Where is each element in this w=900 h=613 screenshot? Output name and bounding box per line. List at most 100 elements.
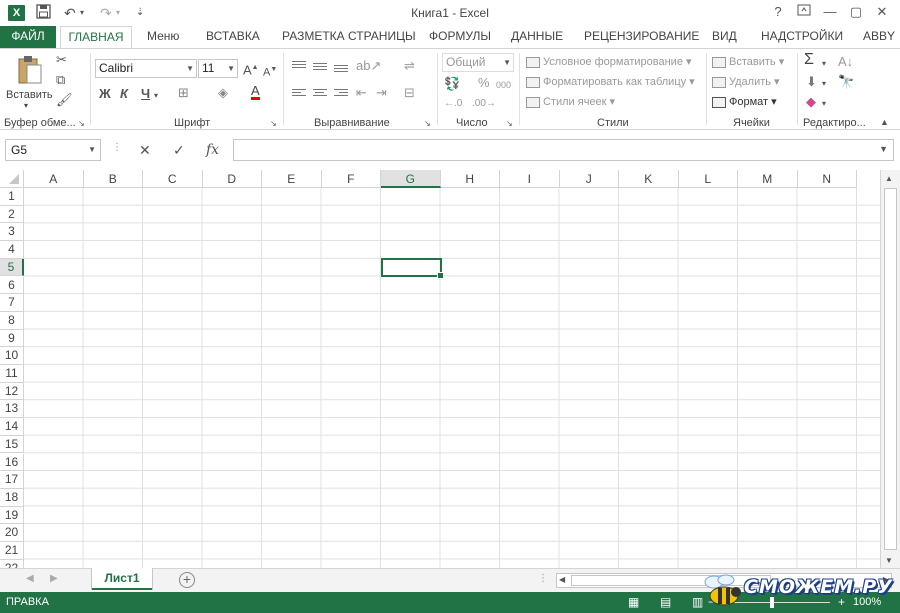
increase-indent-icon[interactable]: ⇥ bbox=[376, 86, 387, 100]
page-layout-view-icon[interactable]: ▤ bbox=[660, 592, 671, 613]
row-header-2[interactable]: 2 bbox=[0, 205, 24, 224]
tab-menu[interactable]: Меню bbox=[147, 26, 179, 48]
scroll-up-icon[interactable]: ▲ bbox=[885, 174, 893, 183]
add-sheet-button[interactable]: + bbox=[179, 572, 195, 588]
accounting-format-icon[interactable]: 💱 bbox=[444, 77, 460, 91]
underline-button[interactable]: Ч bbox=[141, 87, 150, 101]
number-launcher-icon[interactable]: ↘ bbox=[506, 117, 513, 131]
row-header-1[interactable]: 1 bbox=[0, 188, 24, 206]
align-bottom-icon[interactable] bbox=[334, 65, 348, 75]
orientation-icon[interactable]: ab↗ bbox=[356, 59, 381, 73]
column-header-c[interactable]: C bbox=[143, 170, 203, 188]
align-left-icon[interactable] bbox=[292, 89, 306, 99]
format-painter-icon[interactable]: 🖌 bbox=[56, 93, 73, 107]
zoom-slider-knob[interactable] bbox=[770, 597, 774, 608]
page-break-view-icon[interactable]: ▥ bbox=[692, 592, 703, 613]
customize-qat-icon[interactable]: ⇣ bbox=[136, 4, 144, 22]
increase-font-icon[interactable]: A▲ bbox=[243, 61, 259, 77]
normal-view-icon[interactable]: ▦ bbox=[628, 592, 639, 613]
row-header-7[interactable]: 7 bbox=[0, 294, 24, 312]
font-size-select[interactable]: 11 ▼ bbox=[198, 59, 238, 78]
tab-file[interactable]: ФАЙЛ bbox=[0, 26, 56, 48]
tab-data[interactable]: ДАННЫЕ bbox=[511, 26, 563, 48]
collapse-ribbon-icon[interactable]: ▲ bbox=[880, 115, 889, 129]
cut-icon[interactable]: ✂ bbox=[56, 53, 67, 67]
enter-button[interactable]: ✓ bbox=[173, 142, 185, 159]
find-select-icon[interactable]: 🔭 bbox=[838, 75, 854, 89]
bold-button[interactable]: Ж bbox=[99, 87, 111, 101]
column-header-d[interactable]: D bbox=[202, 170, 262, 188]
row-header-18[interactable]: 18 bbox=[0, 488, 24, 507]
close-button[interactable]: ✕ bbox=[871, 3, 893, 21]
row-header-11[interactable]: 11 bbox=[0, 365, 24, 383]
undo-icon[interactable]: ↶ bbox=[64, 4, 76, 22]
row-header-5[interactable]: 5 bbox=[0, 258, 24, 277]
row-header-6[interactable]: 6 bbox=[0, 276, 24, 295]
zoom-level[interactable]: 100% bbox=[853, 592, 881, 613]
next-sheet-icon[interactable]: ▶ bbox=[50, 573, 58, 584]
help-button[interactable]: ? bbox=[767, 3, 789, 21]
merge-center-icon[interactable]: ⊟ bbox=[404, 86, 415, 100]
decrease-decimal-icon[interactable]: .00→ bbox=[472, 97, 496, 111]
column-header-i[interactable]: I bbox=[500, 170, 560, 188]
expand-formula-bar-icon[interactable]: ▼ bbox=[879, 144, 888, 154]
increase-decimal-icon[interactable]: ←.0 bbox=[444, 97, 462, 111]
format-as-table-button[interactable]: Форматировать как таблицу ▾ bbox=[526, 75, 695, 88]
paste-button[interactable]: Вставить ▾ bbox=[4, 53, 53, 110]
row-header-10[interactable]: 10 bbox=[0, 347, 24, 365]
row-header-19[interactable]: 19 bbox=[0, 506, 24, 525]
row-header-16[interactable]: 16 bbox=[0, 453, 24, 472]
font-launcher-icon[interactable]: ↘ bbox=[270, 117, 277, 131]
zoom-out-icon[interactable]: − bbox=[708, 592, 715, 613]
conditional-formatting-button[interactable]: Условное форматирование ▾ bbox=[526, 55, 692, 68]
horizontal-scrollbar[interactable]: ◀ ▶ bbox=[556, 573, 892, 588]
font-name-select[interactable]: Calibri ▼ bbox=[95, 59, 197, 78]
scroll-down-icon[interactable]: ▼ bbox=[885, 556, 893, 565]
cancel-entry-button[interactable]: ✕ bbox=[139, 142, 151, 159]
insert-function-button[interactable]: fx bbox=[206, 142, 219, 158]
column-header-a[interactable]: A bbox=[24, 170, 84, 188]
font-color-icon[interactable]: A bbox=[251, 84, 260, 100]
tab-abbyy[interactable]: ABBY bbox=[863, 26, 900, 48]
zoom-in-icon[interactable]: + bbox=[838, 592, 845, 613]
row-header-4[interactable]: 4 bbox=[0, 241, 24, 259]
prev-sheet-icon[interactable]: ◀ bbox=[26, 573, 34, 584]
name-box[interactable]: G5 ▼ bbox=[5, 139, 101, 161]
fill-icon[interactable]: ⬇ bbox=[806, 75, 817, 89]
vertical-scroll-thumb[interactable] bbox=[884, 188, 897, 550]
column-header-l[interactable]: L bbox=[678, 170, 738, 188]
select-all-button[interactable] bbox=[0, 170, 24, 188]
cell-area[interactable] bbox=[24, 188, 880, 570]
scroll-right-icon[interactable]: ▶ bbox=[883, 575, 889, 584]
align-top-icon[interactable] bbox=[292, 61, 306, 71]
column-header-m[interactable]: M bbox=[738, 170, 798, 188]
horizontal-scroll-thumb[interactable] bbox=[571, 575, 771, 586]
row-header-3[interactable]: 3 bbox=[0, 223, 24, 242]
tab-addins[interactable]: НАДСТРОЙКИ bbox=[761, 26, 843, 48]
thousands-separator-button[interactable]: 000 bbox=[496, 78, 511, 92]
column-header-b[interactable]: B bbox=[83, 170, 143, 188]
insert-cells-button[interactable]: Вставить ▾ bbox=[712, 55, 784, 68]
column-header-e[interactable]: E bbox=[262, 170, 322, 188]
row-header-8[interactable]: 8 bbox=[0, 311, 24, 330]
format-cells-button[interactable]: Формат ▾ bbox=[712, 95, 777, 108]
row-header-15[interactable]: 15 bbox=[0, 435, 24, 454]
copy-icon[interactable]: ⧉ bbox=[56, 73, 65, 87]
row-header-21[interactable]: 21 bbox=[0, 542, 24, 560]
ribbon-display-options-icon[interactable] bbox=[793, 3, 815, 21]
column-header-k[interactable]: K bbox=[619, 170, 679, 188]
fill-dropdown-icon[interactable]: ▾ bbox=[822, 77, 826, 91]
number-format-select[interactable]: Общий ▼ bbox=[442, 53, 514, 72]
borders-icon[interactable]: ⊞ bbox=[178, 86, 189, 100]
column-header-j[interactable]: J bbox=[559, 170, 619, 188]
tab-insert[interactable]: ВСТАВКА bbox=[206, 26, 260, 48]
redo-icon[interactable]: ↷ bbox=[100, 4, 112, 22]
tab-review[interactable]: РЕЦЕНЗИРОВАНИЕ bbox=[584, 26, 699, 48]
column-header-h[interactable]: H bbox=[440, 170, 500, 188]
alignment-launcher-icon[interactable]: ↘ bbox=[424, 117, 431, 131]
save-icon[interactable] bbox=[36, 4, 51, 22]
tab-page-layout[interactable]: РАЗМЕТКА СТРАНИЦЫ bbox=[282, 26, 416, 48]
clear-dropdown-icon[interactable]: ▾ bbox=[822, 97, 826, 111]
minimize-button[interactable]: — bbox=[819, 3, 841, 21]
fill-color-icon[interactable]: ◈ bbox=[218, 86, 228, 100]
